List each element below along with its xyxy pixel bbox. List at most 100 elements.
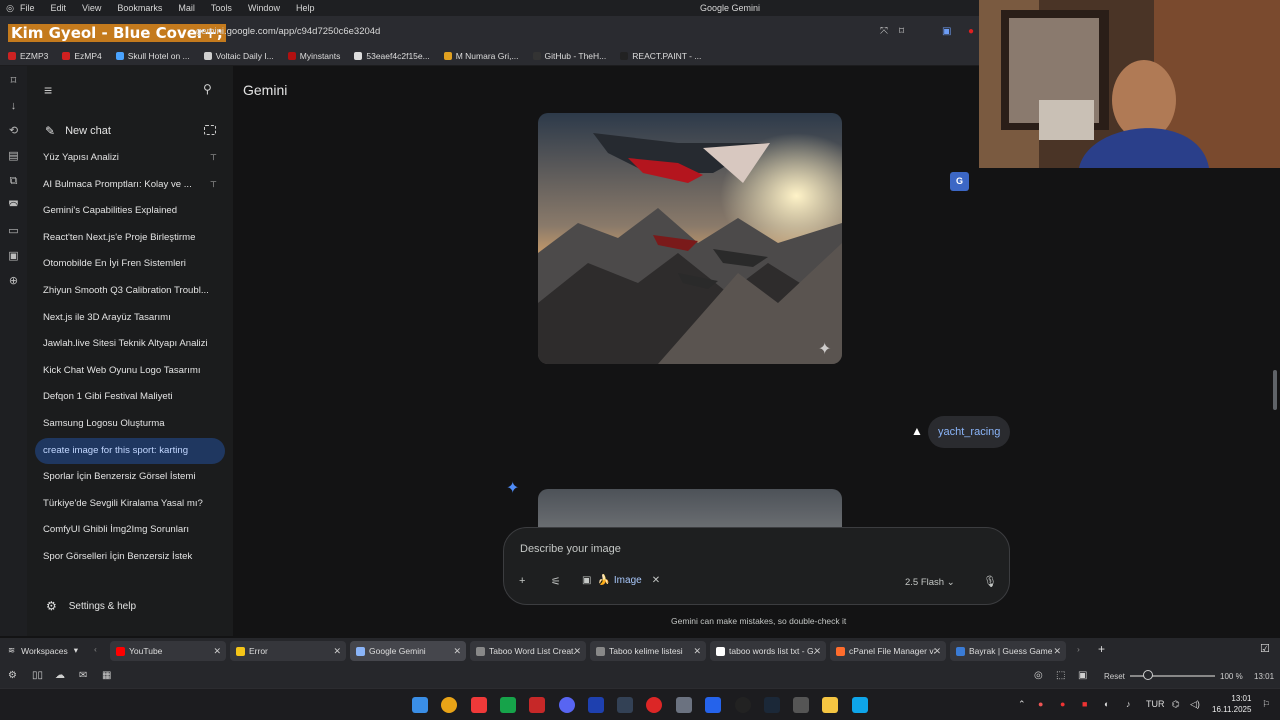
tab-error[interactable]: Error ✕	[230, 641, 346, 661]
close-tab-icon[interactable]: ✕	[573, 646, 581, 657]
workspaces-button[interactable]: ≋ Workspaces ▾	[8, 645, 78, 656]
menu-help[interactable]: Help	[296, 3, 315, 13]
recent-chat-item[interactable]: Sporlar İçin Benzersiz Görsel İstemi	[35, 464, 225, 491]
zoom-slider-handle[interactable]	[1143, 670, 1153, 680]
panel-reading-icon[interactable]: ◚	[0, 194, 27, 219]
search-icon[interactable]: ⚲	[203, 82, 212, 96]
vivaldi-icon[interactable]	[471, 697, 487, 713]
panel-notes-icon[interactable]: ▤	[0, 144, 27, 169]
page-scrollbar[interactable]	[1273, 370, 1277, 410]
prompt-input[interactable]: Describe your image	[520, 543, 621, 555]
reader-icon[interactable]: ⤧	[880, 26, 888, 37]
calendar-icon[interactable]: ▦	[102, 670, 111, 681]
menu-mail[interactable]: Mail	[178, 3, 195, 13]
menu-icon[interactable]: ≡	[44, 82, 52, 98]
panel-translate-icon[interactable]: ⧉	[0, 169, 27, 194]
language-indicator[interactable]: TUR	[1146, 699, 1165, 709]
settings-help-button[interactable]: ⚙ Settings & help	[46, 599, 136, 613]
app-icon[interactable]	[676, 697, 692, 713]
app-icon[interactable]	[793, 697, 809, 713]
chrome-icon[interactable]	[441, 697, 457, 713]
panel-add-icon[interactable]: ⊕	[0, 269, 27, 294]
record-extension-icon[interactable]: ●	[968, 26, 974, 37]
file-explorer-icon[interactable]	[822, 697, 838, 713]
sync-icon[interactable]: ⚙	[8, 670, 17, 681]
panel-mail-icon[interactable]: ▭	[0, 219, 27, 244]
recent-chat-item[interactable]: Jawlah.live Sitesi Teknik Altyapı Analiz…	[35, 331, 225, 358]
zoom-reset-button[interactable]: Reset	[1104, 672, 1125, 681]
discord-icon[interactable]	[559, 697, 575, 713]
model-selector[interactable]: 2.5 Flash ⌄	[905, 577, 955, 588]
new-tab-icon[interactable]: +	[1098, 642, 1105, 656]
close-tab-icon[interactable]: ✕	[813, 646, 821, 657]
bookmark-item[interactable]: EzMP4	[62, 51, 102, 61]
notepad-icon[interactable]	[852, 697, 868, 713]
recent-chat-item[interactable]: Defqon 1 Gibi Festival Maliyeti	[35, 384, 225, 411]
app-icon[interactable]	[588, 697, 604, 713]
vivaldi-menu-icon[interactable]: ◎	[0, 3, 20, 14]
recent-chat-item[interactable]: Next.js ile 3D Arayüz Tasarımı	[35, 305, 225, 332]
panel-history-icon[interactable]: ⟲	[0, 119, 27, 144]
app-icon[interactable]	[617, 697, 633, 713]
tab-taboo-words-google[interactable]: taboo words list txt - G... ✕	[710, 641, 826, 661]
recent-chat-item[interactable]: Gemini's Capabilities Explained	[35, 198, 225, 225]
mail-icon[interactable]: ✉	[79, 670, 87, 681]
close-tab-icon[interactable]: ✕	[453, 646, 461, 657]
recent-chat-item[interactable]: Yüz Yapısı Analizi ⊤	[35, 145, 225, 172]
microphone-icon[interactable]: 🎙	[983, 575, 997, 588]
bookmark-item[interactable]: M Numara Gri,...	[443, 51, 519, 61]
bookmark-icon[interactable]: ⌑	[899, 26, 904, 37]
bookmark-item[interactable]: Myinstants	[287, 51, 340, 61]
tray-app-icon[interactable]: ◐	[1104, 699, 1109, 709]
recent-chat-item[interactable]: AI Bulmaca Promptları: Kolay ve ... ⊤	[35, 172, 225, 199]
recent-chat-item[interactable]: Kick Chat Web Oyunu Logo Tasarımı	[35, 358, 225, 385]
tools-icon[interactable]: ⚟	[551, 575, 561, 588]
new-chat-button[interactable]: ✎ New chat	[45, 124, 111, 138]
menu-file[interactable]: File	[20, 3, 35, 13]
bookmark-item[interactable]: EZMP3	[8, 51, 48, 61]
tray-mic-icon[interactable]: ♪	[1126, 699, 1131, 709]
recent-chat-item[interactable]: Spor Görselleri İçin Benzersiz İstek	[35, 544, 225, 571]
tab-youtube[interactable]: YouTube ✕	[110, 641, 226, 661]
bookmark-item[interactable]: REACT.PAINT - ...	[620, 51, 701, 61]
bookmark-item[interactable]: Skull Hotel on ...	[115, 51, 190, 61]
record-app-icon[interactable]	[646, 697, 662, 713]
image-icon[interactable]: ▣	[1078, 670, 1087, 681]
recent-chat-item[interactable]: Zhiyun Smooth Q3 Calibration Troubl...	[35, 278, 225, 305]
translate-extension-icon[interactable]: ▣	[942, 26, 951, 37]
generated-image-wingsuit[interactable]: ✦	[538, 113, 842, 364]
menu-bookmarks[interactable]: Bookmarks	[117, 3, 162, 13]
tabs-scroll-left-icon[interactable]: ‹	[94, 644, 97, 654]
recent-chat-item[interactable]: Otomobilde En İyi Fren Sistemleri	[35, 251, 225, 278]
close-tab-icon[interactable]: ✕	[933, 646, 941, 657]
panel-toggle-icon[interactable]: ▯▯	[32, 670, 43, 681]
terminal-icon[interactable]	[500, 697, 516, 713]
temporary-chat-icon[interactable]	[204, 125, 216, 135]
panel-calendar-icon[interactable]: ▣	[0, 244, 27, 269]
close-tab-icon[interactable]: ✕	[1053, 646, 1061, 657]
menu-edit[interactable]: Edit	[51, 3, 67, 13]
tab-taboo-word-list[interactable]: Taboo Word List Creat... ✕	[470, 641, 586, 661]
bookmark-item[interactable]: GitHub - TheH...	[532, 51, 606, 61]
close-tab-icon[interactable]: ✕	[693, 646, 701, 657]
close-tab-icon[interactable]: ✕	[213, 646, 221, 657]
close-tab-icon[interactable]: ✕	[333, 646, 341, 657]
menu-view[interactable]: View	[82, 3, 101, 13]
panel-bookmarks-icon[interactable]: ⌑	[0, 69, 27, 94]
volume-icon[interactable]: ◁)	[1190, 699, 1200, 710]
tab-bayrak[interactable]: Bayrak | Guess Game ✕	[950, 641, 1066, 661]
tray-expand-icon[interactable]: ⌃	[1018, 699, 1026, 710]
tab-cpanel[interactable]: cPanel File Manager v3 ✕	[830, 641, 946, 661]
menu-tools[interactable]: Tools	[211, 3, 232, 13]
tabs-scroll-right-icon[interactable]: ›	[1077, 644, 1080, 654]
recent-chat-item[interactable]: Samsung Logosu Oluşturma	[35, 411, 225, 438]
url-field[interactable]: gemini.google.com/app/c94d7250c6e3204d	[196, 26, 380, 37]
remove-chip-icon[interactable]: ✕	[652, 575, 660, 586]
tab-taboo-kelime[interactable]: Taboo kelime listesi ✕	[590, 641, 706, 661]
notifications-icon[interactable]: ⚐	[1262, 699, 1270, 710]
translate-page-icon[interactable]: G	[950, 172, 969, 191]
tab-google-gemini[interactable]: Google Gemini ✕	[350, 641, 466, 661]
image-tool-chip[interactable]: ▣ 🍌 Image ✕	[582, 575, 660, 586]
add-icon[interactable]: +	[519, 575, 525, 587]
obs-icon[interactable]	[735, 697, 751, 713]
